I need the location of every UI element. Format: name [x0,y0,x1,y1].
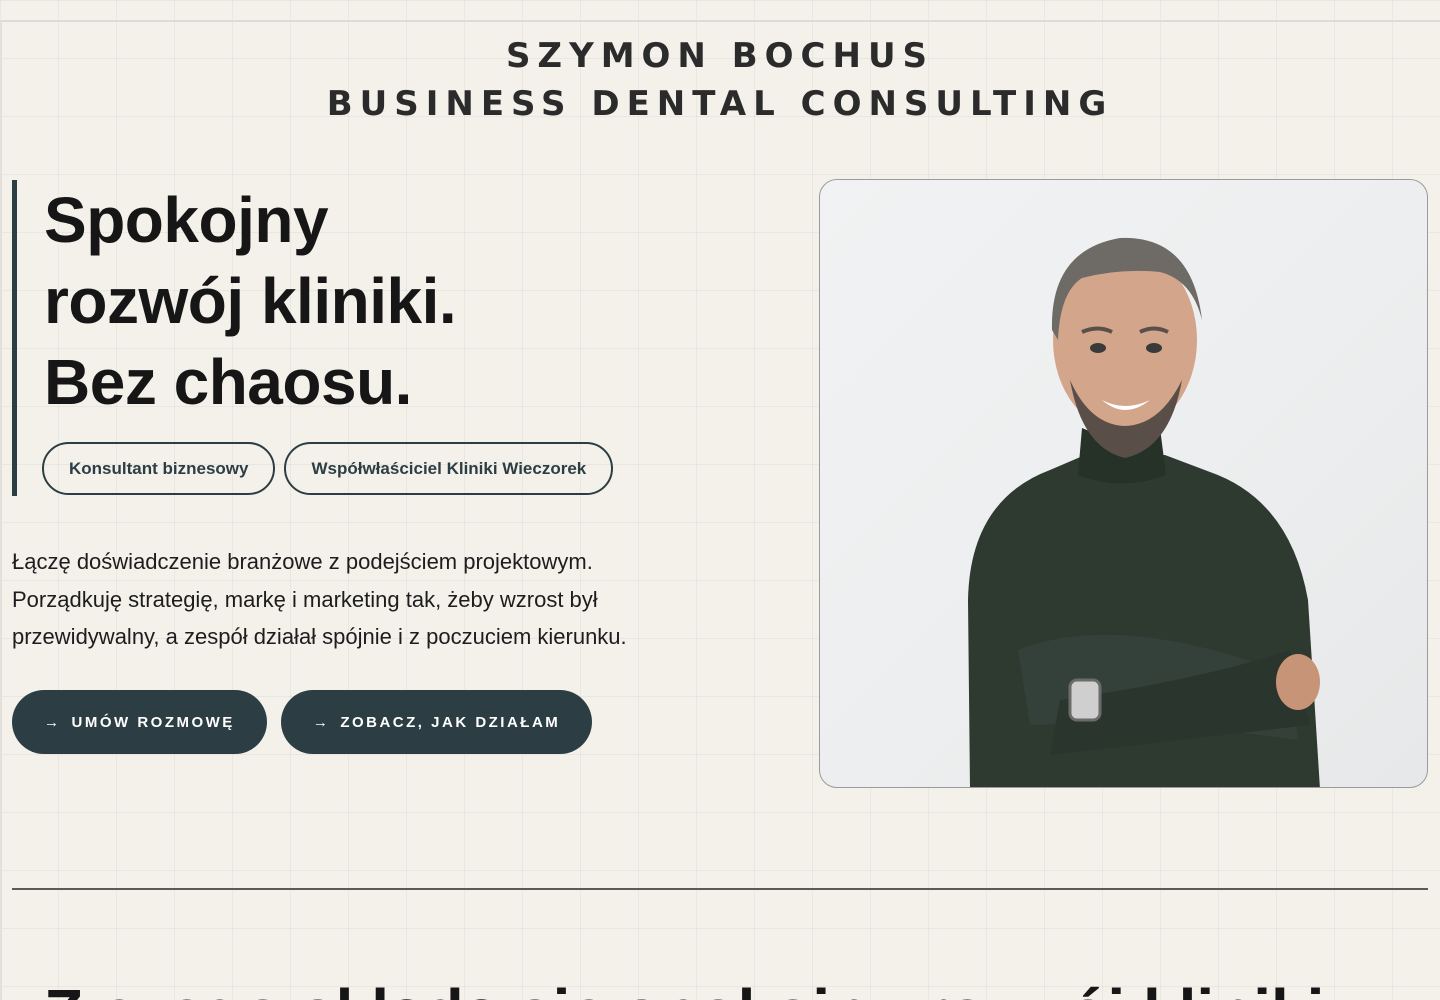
hero-cta-group: → UMÓW ROZMOWĘ → ZOBACZ, JAK DZIAŁAM [12,690,593,754]
headline-line: Spokojny [44,184,329,256]
brand-name: SZYMON BOCHUS [505,36,935,76]
headline-line: rozwój kliniki. [44,265,457,337]
how-i-work-label: ZOBACZ, JAK DZIAŁAM [340,713,561,731]
book-call-label: UMÓW ROZMOWĘ [71,713,235,731]
arrow-right-icon: → [44,713,62,731]
section-divider [12,888,1428,890]
headline-line: Bez chaosu. [44,346,412,418]
portrait-photo [819,179,1428,788]
intro-line: Porządkuję strategię, markę i marketing … [12,586,598,612]
hero-headline: Spokojny rozwój kliniki. Bez chaosu. [44,180,744,423]
tag-clinic-coowner: Współwłaściciel Kliniki Wieczorek [284,442,614,495]
intro-line: przewidywalny, a zespół działał spójnie … [12,624,627,649]
tag-business-consultant: Konsultant biznesowy [42,442,276,495]
role-tags: Konsultant biznesowy Współwłaściciel Kli… [42,442,614,495]
brand-tagline: BUSINESS DENTAL CONSULTING [326,84,1114,124]
brand-logo[interactable]: SZYMON BOCHUS BUSINESS DENTAL CONSULTING [0,32,1440,128]
arrow-right-icon: → [312,713,331,731]
portrait-illustration [968,237,1320,787]
book-call-button[interactable]: → UMÓW ROZMOWĘ [12,690,267,754]
hero-intro: Łączę doświadczenie branżowe z podejście… [12,543,772,656]
how-i-work-button[interactable]: → ZOBACZ, JAK DZIAŁAM [280,690,593,754]
headline-accent-bar [12,180,17,496]
next-section-heading: Z czego składa się spokojny rozwój klini… [44,972,1344,1000]
intro-line: Łączę doświadczenie branżowe z podejście… [12,549,593,574]
